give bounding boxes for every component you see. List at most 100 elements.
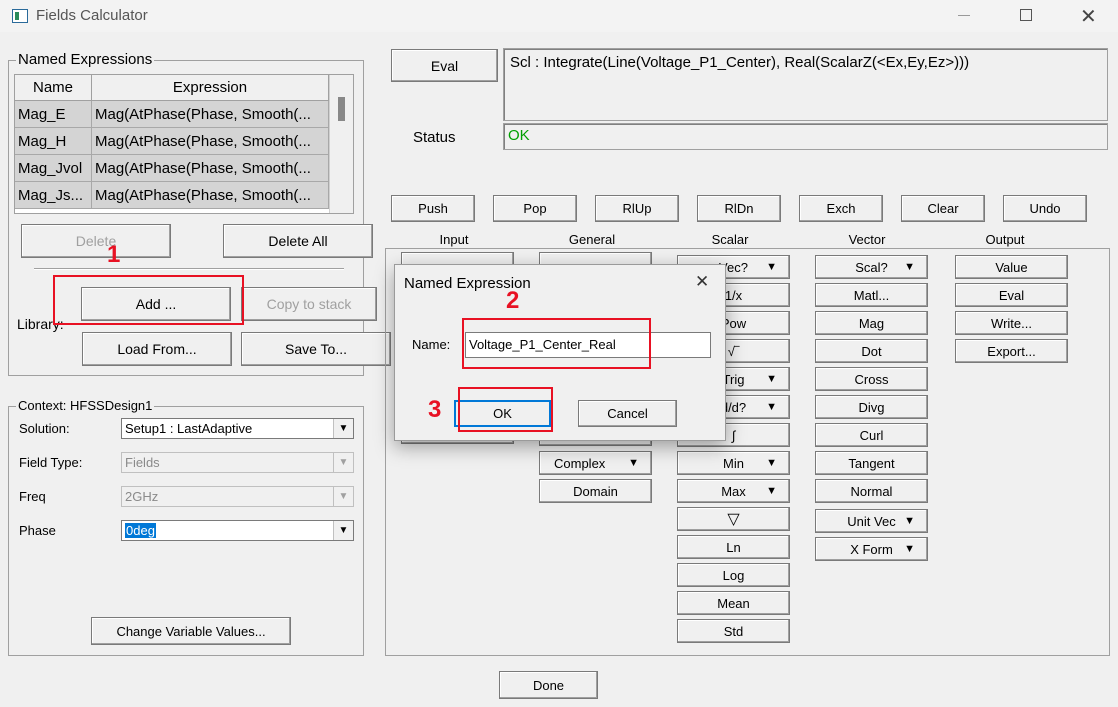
chevron-down-icon: ▼ (766, 373, 777, 385)
close-icon[interactable]: ✕ (1080, 4, 1097, 29)
annotation-number-2: 2 (506, 287, 520, 314)
column-header-expression[interactable]: Expression (92, 75, 329, 101)
maximize-icon[interactable] (1020, 9, 1032, 21)
done-button[interactable]: Done (499, 671, 598, 699)
load-from-button[interactable]: Load From... (82, 332, 232, 366)
write-button[interactable]: Write... (955, 311, 1068, 335)
divg-button[interactable]: Divg (815, 395, 928, 419)
eval-button[interactable]: Eval (391, 49, 498, 82)
freq-select[interactable]: 2GHz ▼ (121, 486, 354, 507)
status-label: Status (413, 129, 456, 146)
table-row[interactable]: Mag_Jvol Mag(AtPhase(Phase, Smooth(... (15, 155, 329, 182)
row-name: Mag_Js... (15, 182, 92, 209)
chevron-down-icon: ▼ (904, 543, 915, 555)
chevron-down-icon: ▼ (628, 457, 639, 469)
field-type-label: Field Type: (19, 455, 83, 470)
scrollbar-thumb[interactable] (338, 97, 345, 121)
dot-button[interactable]: Dot (815, 339, 928, 363)
complex-button[interactable]: Complex ▼ (539, 451, 652, 475)
chevron-down-icon[interactable]: ▼ (333, 521, 353, 540)
named-expressions-table[interactable]: Name Expression Mag_E Mag(AtPhase(Phase,… (14, 74, 354, 214)
scal-label: Scal? (855, 259, 888, 275)
output-eval-button[interactable]: Eval (955, 283, 1068, 307)
table-scrollbar[interactable] (329, 75, 353, 213)
max-label: Max (721, 483, 746, 499)
gradient-button[interactable]: ▽ (677, 507, 790, 531)
freq-value: 2GHz (125, 489, 159, 504)
phase-select[interactable]: 0deg ▼ (121, 520, 354, 541)
chevron-down-icon[interactable]: ▼ (333, 419, 353, 438)
chevron-down-icon: ▼ (904, 261, 915, 273)
curl-button[interactable]: Curl (815, 423, 928, 447)
undo-button[interactable]: Undo (1003, 195, 1087, 222)
save-to-button[interactable]: Save To... (241, 332, 391, 366)
field-type-value: Fields (125, 455, 160, 470)
complex-label: Complex (554, 455, 606, 471)
annotation-number-1: 1 (107, 241, 121, 268)
status-value: OK (508, 127, 530, 144)
chevron-down-icon[interactable]: ▼ (333, 487, 353, 506)
title-bar: Fields Calculator ✕ (0, 0, 1118, 32)
row-expression: Mag(AtPhase(Phase, Smooth(... (92, 182, 329, 209)
max-button[interactable]: Max ▼ (677, 479, 790, 503)
matl-button[interactable]: Matl... (815, 283, 928, 307)
freq-label: Freq (19, 489, 46, 504)
normal-button[interactable]: Normal (815, 479, 928, 503)
delete-button[interactable]: Delete (21, 224, 171, 258)
annotation-box-name (462, 318, 651, 369)
field-type-select[interactable]: Fields ▼ (121, 452, 354, 473)
ln-button[interactable]: Ln (677, 535, 790, 559)
tangent-button[interactable]: Tangent (815, 451, 928, 475)
table-row[interactable]: Mag_Js... Mag(AtPhase(Phase, Smooth(... (15, 182, 329, 209)
xform-label: X Form (850, 541, 893, 557)
expression-display: Scl : Integrate(Line(Voltage_P1_Center),… (503, 48, 1108, 121)
row-name: Mag_H (15, 128, 92, 155)
annotation-number-3: 3 (428, 396, 442, 423)
chevron-down-icon[interactable]: ▼ (333, 453, 353, 472)
table-row[interactable]: Mag_E Mag(AtPhase(Phase, Smooth(... (15, 101, 329, 128)
domain-button[interactable]: Domain (539, 479, 652, 503)
delete-all-button[interactable]: Delete All (223, 224, 373, 258)
minimize-icon[interactable] (958, 15, 970, 16)
mean-button[interactable]: Mean (677, 591, 790, 615)
column-header-name[interactable]: Name (15, 75, 92, 101)
context-title: Context: HFSSDesign1 (16, 398, 155, 413)
unit-vec-label: Unit Vec (847, 513, 896, 529)
solution-select[interactable]: Setup1 : LastAdaptive ▼ (121, 418, 354, 439)
change-variable-values-button[interactable]: Change Variable Values... (91, 617, 291, 645)
value-button[interactable]: Value (955, 255, 1068, 279)
chevron-down-icon: ▼ (766, 457, 777, 469)
min-label: Min (723, 455, 744, 471)
cross-button[interactable]: Cross (815, 367, 928, 391)
phase-label: Phase (19, 523, 56, 538)
unit-vec-button[interactable]: Unit Vec ▼ (815, 509, 928, 533)
phase-value: 0deg (125, 523, 156, 538)
row-expression: Mag(AtPhase(Phase, Smooth(... (92, 128, 329, 155)
solution-value: Setup1 : LastAdaptive (125, 421, 253, 436)
pop-button[interactable]: Pop (493, 195, 577, 222)
cancel-button[interactable]: Cancel (578, 400, 677, 427)
mag-button[interactable]: Mag (815, 311, 928, 335)
std-button[interactable]: Std (677, 619, 790, 643)
expression-text: Scl : Integrate(Line(Voltage_P1_Center),… (510, 54, 970, 71)
rlup-button[interactable]: RlUp (595, 195, 679, 222)
clear-button[interactable]: Clear (901, 195, 985, 222)
name-label: Name: (412, 337, 451, 352)
copy-to-stack-button[interactable]: Copy to stack (241, 287, 377, 321)
chevron-down-icon: ▼ (766, 485, 777, 497)
push-button[interactable]: Push (391, 195, 475, 222)
status-display: OK (503, 123, 1108, 150)
scalar-section-label: Scalar (711, 232, 749, 247)
table-row[interactable]: Mag_H Mag(AtPhase(Phase, Smooth(... (15, 128, 329, 155)
log-button[interactable]: Log (677, 563, 790, 587)
exch-button[interactable]: Exch (799, 195, 883, 222)
row-name: Mag_Jvol (15, 155, 92, 182)
vector-section-label: Vector (848, 232, 886, 247)
min-button[interactable]: Min ▼ (677, 451, 790, 475)
export-button[interactable]: Export... (955, 339, 1068, 363)
rldn-button[interactable]: RlDn (697, 195, 781, 222)
dialog-close-icon[interactable]: ✕ (695, 272, 709, 292)
scal-button[interactable]: Scal? ▼ (815, 255, 928, 279)
row-expression: Mag(AtPhase(Phase, Smooth(... (92, 101, 329, 128)
xform-button[interactable]: X Form ▼ (815, 537, 928, 561)
